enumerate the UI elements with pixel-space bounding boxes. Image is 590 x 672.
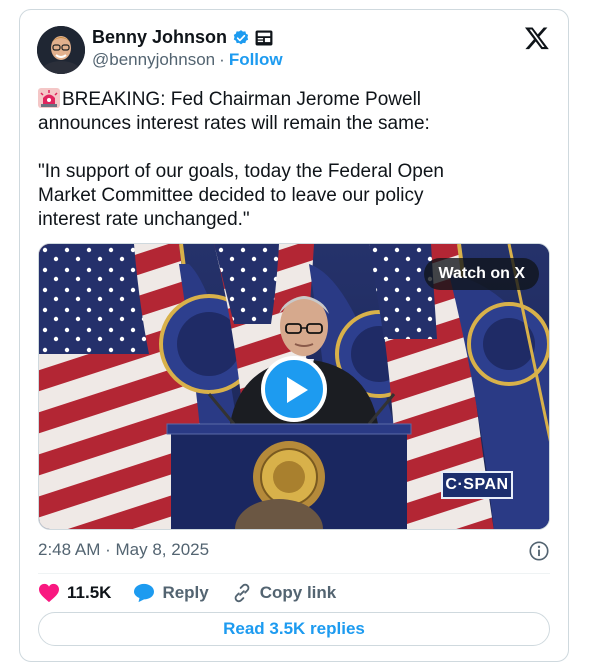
tweet-quote-2: Market Committee decided to leave our po…	[38, 185, 424, 206]
siren-icon	[38, 88, 60, 108]
author-name[interactable]: Benny Johnson	[92, 27, 227, 48]
author-handle-row: @bennyjohnson · Follow	[92, 50, 283, 70]
time-date-separator: ·	[105, 540, 111, 559]
avatar[interactable]	[37, 26, 85, 74]
timestamp[interactable]: 2:48 AM · May 8, 2025	[38, 540, 209, 560]
info-icon[interactable]	[528, 540, 550, 562]
network-logo: C·SPAN	[441, 471, 513, 499]
reply-label: Reply	[162, 583, 209, 602]
reply-bubble-icon	[134, 583, 155, 603]
watch-on-x-button[interactable]: Watch on X	[424, 258, 539, 290]
read-replies-button[interactable]: Read 3.5K replies	[38, 612, 550, 646]
avatar-image	[37, 26, 85, 74]
tweet-meta: 2:48 AM · May 8, 2025	[38, 540, 550, 562]
x-logo-icon[interactable]	[524, 25, 550, 51]
tweet-line-1-text: BREAKING: Fed Chairman Jerome Powell	[62, 89, 422, 110]
tweet-line-1: BREAKING: Fed Chairman Jerome Powell	[38, 88, 543, 112]
link-icon	[234, 583, 250, 603]
reply-button[interactable]: Reply	[133, 583, 209, 603]
tweet-quote-3: interest rate unchanged."	[38, 209, 250, 230]
separator-dot: ·	[219, 50, 225, 69]
tweet-text: BREAKING: Fed Chairman Jerome Powell ann…	[38, 88, 543, 232]
date: May 8, 2025	[115, 540, 210, 559]
play-button[interactable]	[261, 356, 327, 422]
verified-badge-icon	[233, 29, 249, 44]
like-count: 11.5K	[67, 583, 112, 602]
action-bar: 11.5K Reply Copy link	[38, 580, 358, 606]
tweet-line-2: announces interest rates will remain the…	[38, 113, 430, 134]
time: 2:48 AM	[38, 540, 101, 559]
heart-icon	[39, 583, 59, 603]
tweet-card: Benny Johnson @bennyjohnson · Follow BRE…	[19, 9, 569, 662]
media-org-icon	[255, 29, 273, 46]
video-media[interactable]: Watch on X C·SPAN	[38, 243, 550, 530]
tweet-quote-1: "In support of our goals, today the Fede…	[38, 161, 444, 182]
divider	[38, 573, 550, 574]
follow-button[interactable]: Follow	[229, 50, 283, 70]
copy-link-label: Copy link	[259, 583, 337, 602]
like-button[interactable]: 11.5K	[38, 583, 111, 603]
play-icon	[287, 377, 308, 403]
copy-link-button[interactable]: Copy link	[231, 582, 337, 604]
author-name-row: Benny Johnson	[92, 27, 273, 48]
author-handle[interactable]: @bennyjohnson	[92, 50, 215, 70]
